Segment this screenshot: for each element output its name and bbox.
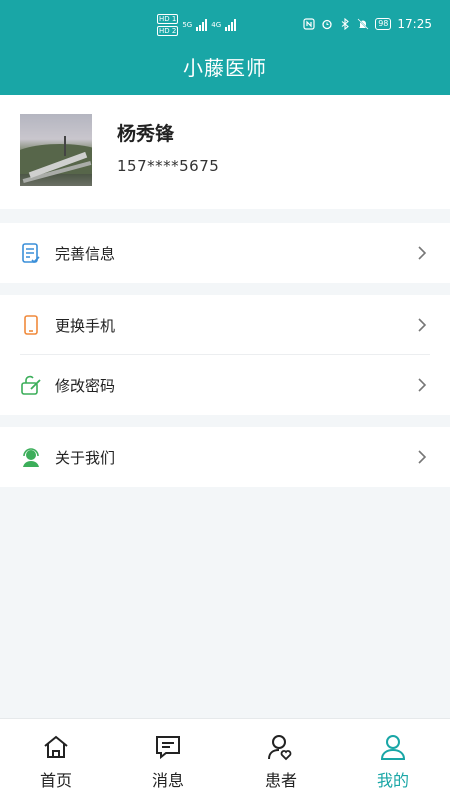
menu-group-account: 更换手机 修改密码 [0, 295, 450, 415]
alarm-icon [322, 19, 332, 30]
system-indicators: 98 17:25 [303, 17, 432, 31]
menu-group-info: 完善信息 [0, 223, 450, 283]
tab-profile[interactable]: 我的 [337, 719, 449, 800]
page-title: 小藤医师 [183, 56, 267, 80]
bluetooth-icon [341, 18, 350, 30]
lock-edit-icon [21, 375, 41, 395]
signal-icon [196, 19, 208, 31]
chevron-right-icon [418, 318, 427, 332]
profile-card[interactable] [0, 95, 450, 209]
menu-item-about-us[interactable]: 关于我们 [0, 427, 450, 487]
chevron-right-icon [418, 246, 427, 260]
nfc-icon [303, 18, 315, 30]
menu-label-change-phone: 更换手机 [55, 316, 116, 335]
tab-home[interactable]: 首页 [0, 719, 112, 800]
status-time: 17:25 [397, 17, 432, 31]
chevron-right-icon [418, 450, 427, 464]
patient-icon [268, 735, 292, 761]
hd-badge-2: HD 2 [157, 26, 179, 36]
support-agent-icon [23, 448, 39, 467]
tab-label-patients: 患者 [264, 771, 297, 790]
menu-label-change-password: 修改密码 [55, 376, 116, 395]
bottom-tab-bar: 首页 消息 患者 我的 [0, 718, 450, 800]
mute-icon [357, 18, 369, 30]
signal-indicators: HD 1 HD 2 5G 4G [157, 14, 237, 36]
hd-badge-1: HD 1 [157, 14, 179, 24]
tab-label-profile: 我的 [376, 771, 409, 790]
message-icon [156, 736, 180, 760]
status-bar: HD 1 HD 2 5G 4G 98 17:25 [0, 0, 450, 46]
network-type-1: 5G [182, 21, 193, 29]
phone-icon [24, 315, 38, 335]
network-type-2: 4G [211, 21, 222, 29]
tab-label-home: 首页 [39, 771, 72, 790]
document-edit-icon [22, 243, 40, 264]
menu-label-complete-info: 完善信息 [55, 244, 116, 263]
avatar[interactable] [20, 114, 92, 186]
user-phone: 157****5675 [117, 157, 220, 175]
battery-indicator: 98 [375, 18, 392, 30]
app-header: HD 1 HD 2 5G 4G 98 17:25 小藤医师 [0, 0, 450, 95]
menu-label-about-us: 关于我们 [55, 448, 116, 467]
menu-item-change-password[interactable]: 修改密码 [0, 355, 450, 415]
tab-patients[interactable]: 患者 [225, 719, 337, 800]
tab-label-messages: 消息 [151, 771, 184, 790]
menu-group-about: 关于我们 [0, 427, 450, 487]
menu-item-change-phone[interactable]: 更换手机 [0, 295, 450, 355]
profile-icon [380, 735, 406, 760]
menu-item-complete-info[interactable]: 完善信息 [0, 223, 450, 283]
user-name: 杨秀锋 [117, 123, 175, 145]
chevron-right-icon [418, 378, 427, 392]
home-icon [44, 735, 68, 758]
signal-icon-2 [225, 19, 237, 31]
tab-messages[interactable]: 消息 [112, 719, 224, 800]
